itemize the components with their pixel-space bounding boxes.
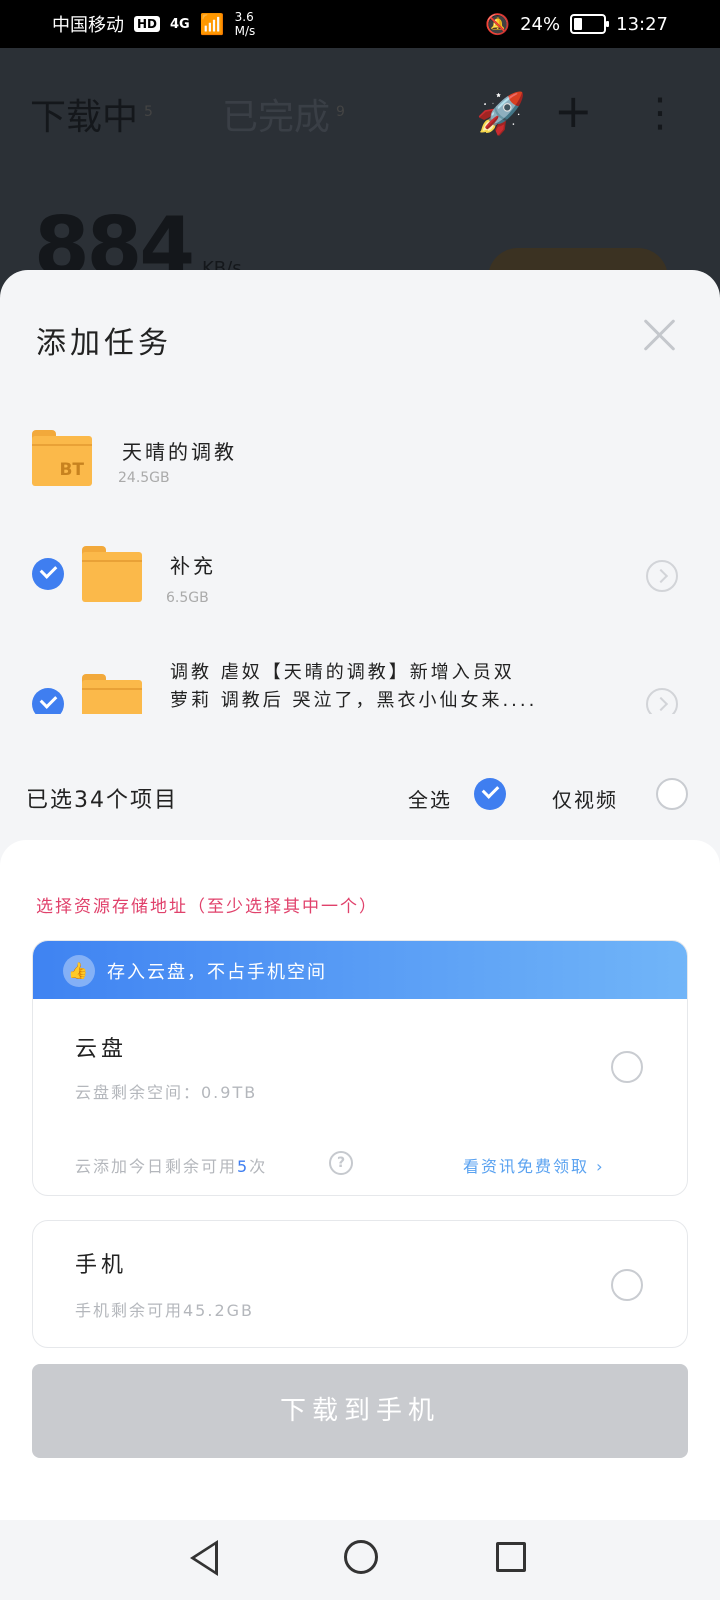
tab-completed-label: 已完成 <box>222 97 331 138</box>
folder-icon <box>82 546 142 602</box>
file-row-bt[interactable]: BT 天晴的调教 24.5GB <box>0 420 720 520</box>
file-name-line1: 调教 虐奴【天晴的调教】新增入员双 <box>170 662 515 683</box>
recent-apps-icon[interactable] <box>496 1542 526 1572</box>
cloud-banner-text: 存入云盘，不占手机空间 <box>107 962 327 983</box>
clock: 13:27 <box>616 13 668 35</box>
cloud-space: 云盘剩余空间：0.9TB <box>75 1083 258 1102</box>
free-quota-link-label: 看资讯免费领取 <box>463 1157 590 1176</box>
plus-icon[interactable]: + <box>554 84 593 138</box>
network-speed: 3.6 M/s <box>235 10 256 38</box>
hd-badge: HD <box>134 16 161 32</box>
select-all-label: 全选 <box>408 788 452 812</box>
rocket-icon[interactable]: 🚀 <box>476 90 526 137</box>
carrier-label: 中国移动 <box>52 15 124 36</box>
select-all-checkbox[interactable] <box>474 778 506 810</box>
cloud-option-card[interactable]: 👍 存入云盘，不占手机空间 云盘 云盘剩余空间：0.9TB 云添加今日剩余可用5… <box>32 940 688 1196</box>
phone-title: 手机 <box>75 1253 128 1278</box>
tab-completed[interactable]: 已完成 9 <box>222 88 345 140</box>
network-speed-unit: M/s <box>234 24 256 38</box>
checked-icon[interactable] <box>32 688 64 714</box>
cloud-banner: 👍 存入云盘，不占手机空间 <box>33 941 687 999</box>
mute-bell-icon: 🔕 <box>485 12 511 36</box>
phone-option-card[interactable]: 手机 手机剩余可用45.2GB <box>32 1220 688 1348</box>
selected-count: 已选34个项目 <box>26 788 178 813</box>
video-only-label: 仅视频 <box>552 788 618 812</box>
file-row-supplement[interactable]: 补充 6.5GB <box>0 540 720 640</box>
bt-badge: BT <box>59 460 84 480</box>
sheet-title: 添加任务 <box>36 326 172 361</box>
battery-percent: 24% <box>520 13 561 35</box>
add-task-sheet: 添加任务 BT 天晴的调教 24.5GB 补充 6.5GB 调教 虐奴【天晴的调… <box>0 270 720 1520</box>
selection-bar: 已选34个项目 全选 仅视频 <box>0 770 720 830</box>
cloud-today-quota: 云添加今日剩余可用5次 <box>75 1153 267 1177</box>
chevron-right-icon: › <box>596 1157 605 1176</box>
cloud-title: 云盘 <box>75 1037 128 1062</box>
tab-downloading-label: 下载中 <box>30 97 139 138</box>
cloud-today-suffix: 次 <box>249 1157 268 1176</box>
file-row-long[interactable]: 调教 虐奴【天晴的调教】新增入员双 萝莉 调教后 哭泣了，黑衣小仙女来.... <box>0 654 720 714</box>
wifi-icon: 📶 <box>199 12 225 36</box>
file-name-line2: 萝莉 调教后 哭泣了，黑衣小仙女来.... <box>170 690 538 711</box>
tab-completed-count: 9 <box>336 104 345 120</box>
cloud-today-prefix: 云添加今日剩余可用 <box>75 1157 238 1176</box>
file-size: 6.5GB <box>166 590 209 606</box>
battery-icon <box>570 14 610 34</box>
help-icon[interactable]: ? <box>329 1151 353 1175</box>
free-quota-link[interactable]: 看资讯免费领取 › <box>463 1153 605 1177</box>
video-only-radio[interactable] <box>656 778 688 810</box>
network-speed-value: 3.6 <box>234 10 254 24</box>
chevron-right-icon[interactable] <box>646 688 678 714</box>
cloud-today-count: 5 <box>237 1157 250 1176</box>
cloud-radio[interactable] <box>611 1051 643 1083</box>
system-nav-bar <box>0 1520 720 1600</box>
folder-icon <box>82 674 142 714</box>
file-size: 24.5GB <box>118 470 170 486</box>
home-icon[interactable] <box>344 1540 378 1574</box>
back-icon[interactable] <box>190 1540 218 1576</box>
more-vertical-icon[interactable]: ⋮ <box>640 90 680 136</box>
signal-icon: 4G <box>170 16 190 32</box>
thumbs-up-icon: 👍 <box>63 955 95 987</box>
file-name: 补充 <box>170 554 216 578</box>
tab-downloading[interactable]: 下载中 5 <box>30 88 153 140</box>
tab-downloading-count: 5 <box>144 104 153 120</box>
background-app: 下载中 5 已完成 9 🚀 + ⋮ 884 KB/s <box>0 48 720 308</box>
download-to-phone-button[interactable]: 下载到手机 <box>32 1364 688 1458</box>
close-button[interactable] <box>640 314 680 354</box>
phone-radio[interactable] <box>611 1269 643 1301</box>
phone-space: 手机剩余可用45.2GB <box>75 1301 255 1320</box>
checked-icon[interactable] <box>32 558 64 590</box>
status-bar: 中国移动 HD 4G 📶 3.6 M/s 🔕 24% 13:27 <box>0 0 720 48</box>
storage-hint: 选择资源存储地址（至少选择其中一个） <box>36 897 378 917</box>
bt-folder-icon: BT <box>32 430 92 486</box>
chevron-right-icon[interactable] <box>646 560 678 592</box>
file-name: 天晴的调教 <box>122 440 237 464</box>
storage-panel: 选择资源存储地址（至少选择其中一个） 👍 存入云盘，不占手机空间 云盘 云盘剩余… <box>0 840 720 1520</box>
